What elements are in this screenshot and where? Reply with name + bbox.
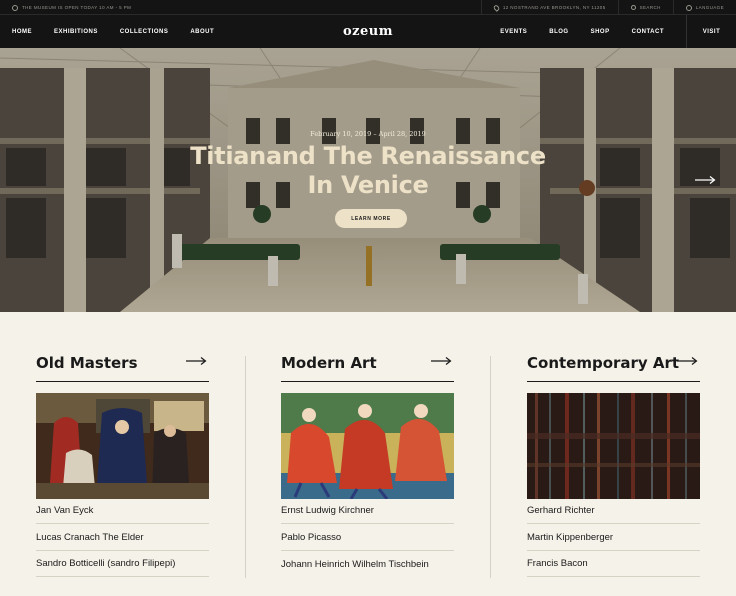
site-logo[interactable]: ozeum: [343, 24, 393, 39]
exhibition-dates: February 10, 2019 – April 28, 2019: [310, 130, 426, 138]
nav-contact[interactable]: Contact: [632, 29, 664, 35]
old-masters-painting[interactable]: [36, 393, 209, 499]
arrow-right-icon[interactable]: [185, 356, 207, 366]
artist-link[interactable]: Martin Kippenberger: [527, 525, 700, 551]
nav-collections[interactable]: Collections: [120, 29, 169, 35]
hero-title-line-2: In Venice: [307, 171, 429, 199]
address-text: 12 Nostrand Ave Brooklyn, NY 11205: [502, 5, 606, 10]
nav-home[interactable]: Home: [12, 29, 32, 35]
globe-icon: [685, 4, 692, 11]
collection-title[interactable]: Contemporary Art: [527, 354, 679, 372]
hero-banner: February 10, 2019 – April 28, 2019 Titia…: [0, 48, 736, 312]
top-info-bar: The Museum Is Open Today 10 AM - 5 PM 12…: [0, 0, 736, 15]
artist-link[interactable]: Sandro Botticelli (sandro Filipepi): [36, 551, 209, 577]
artist-link[interactable]: Francis Bacon: [527, 551, 700, 577]
learn-more-button[interactable]: Learn More: [335, 209, 407, 228]
nav-events[interactable]: Events: [500, 29, 527, 35]
collection-old-masters: Old Masters Jan Van Eyck Lucas Cranach T…: [36, 352, 209, 577]
collection-title[interactable]: Modern Art: [281, 354, 377, 372]
search-icon: [630, 5, 636, 10]
search-button[interactable]: Search: [617, 0, 673, 15]
nav-about[interactable]: About: [190, 29, 214, 35]
collection-modern-art: Modern Art Ernst Ludwig Kirchner Pablo P…: [281, 352, 454, 570]
contemporary-art-painting[interactable]: [527, 393, 700, 499]
main-navigation: Home Exhibitions Collections About ozeum…: [0, 15, 736, 48]
nav-blog[interactable]: Blog: [549, 29, 568, 35]
arrow-right-icon[interactable]: [694, 175, 716, 185]
address[interactable]: 12 Nostrand Ave Brooklyn, NY 11205: [480, 0, 618, 15]
artist-link[interactable]: Johann Heinrich Wilhelm Tischbein: [281, 551, 454, 577]
artist-link[interactable]: Jan Van Eyck: [36, 498, 209, 524]
nav-shop[interactable]: Shop: [591, 29, 610, 35]
hero-title: Titianand The Renaissance In Venice: [0, 142, 736, 200]
language-label: Language: [695, 5, 724, 10]
visit-button[interactable]: Visit: [686, 15, 736, 48]
column-divider: [490, 356, 491, 578]
language-selector[interactable]: Language: [672, 0, 736, 15]
arrow-right-icon[interactable]: [430, 356, 452, 366]
opening-hours: The Museum Is Open Today 10 AM - 5 PM: [12, 0, 131, 15]
artist-link[interactable]: Pablo Picasso: [281, 525, 454, 551]
artist-link[interactable]: Lucas Cranach The Elder: [36, 525, 209, 551]
nav-exhibitions[interactable]: Exhibitions: [54, 29, 98, 35]
collection-contemporary-art: Contemporary Art Gerhard Richter Martin …: [527, 352, 700, 577]
search-label: Search: [639, 5, 661, 10]
location-pin-icon: [492, 3, 501, 12]
opening-hours-text: The Museum Is Open Today 10 AM - 5 PM: [22, 5, 132, 10]
arrow-right-icon[interactable]: [676, 356, 698, 366]
artist-link[interactable]: Gerhard Richter: [527, 498, 700, 524]
artist-link[interactable]: Ernst Ludwig Kirchner: [281, 498, 454, 524]
hero-title-line-1: Titianand The Renaissance: [190, 142, 546, 170]
modern-art-painting[interactable]: [281, 393, 454, 499]
clock-icon: [12, 4, 18, 11]
collection-title[interactable]: Old Masters: [36, 354, 138, 372]
column-divider: [245, 356, 246, 578]
